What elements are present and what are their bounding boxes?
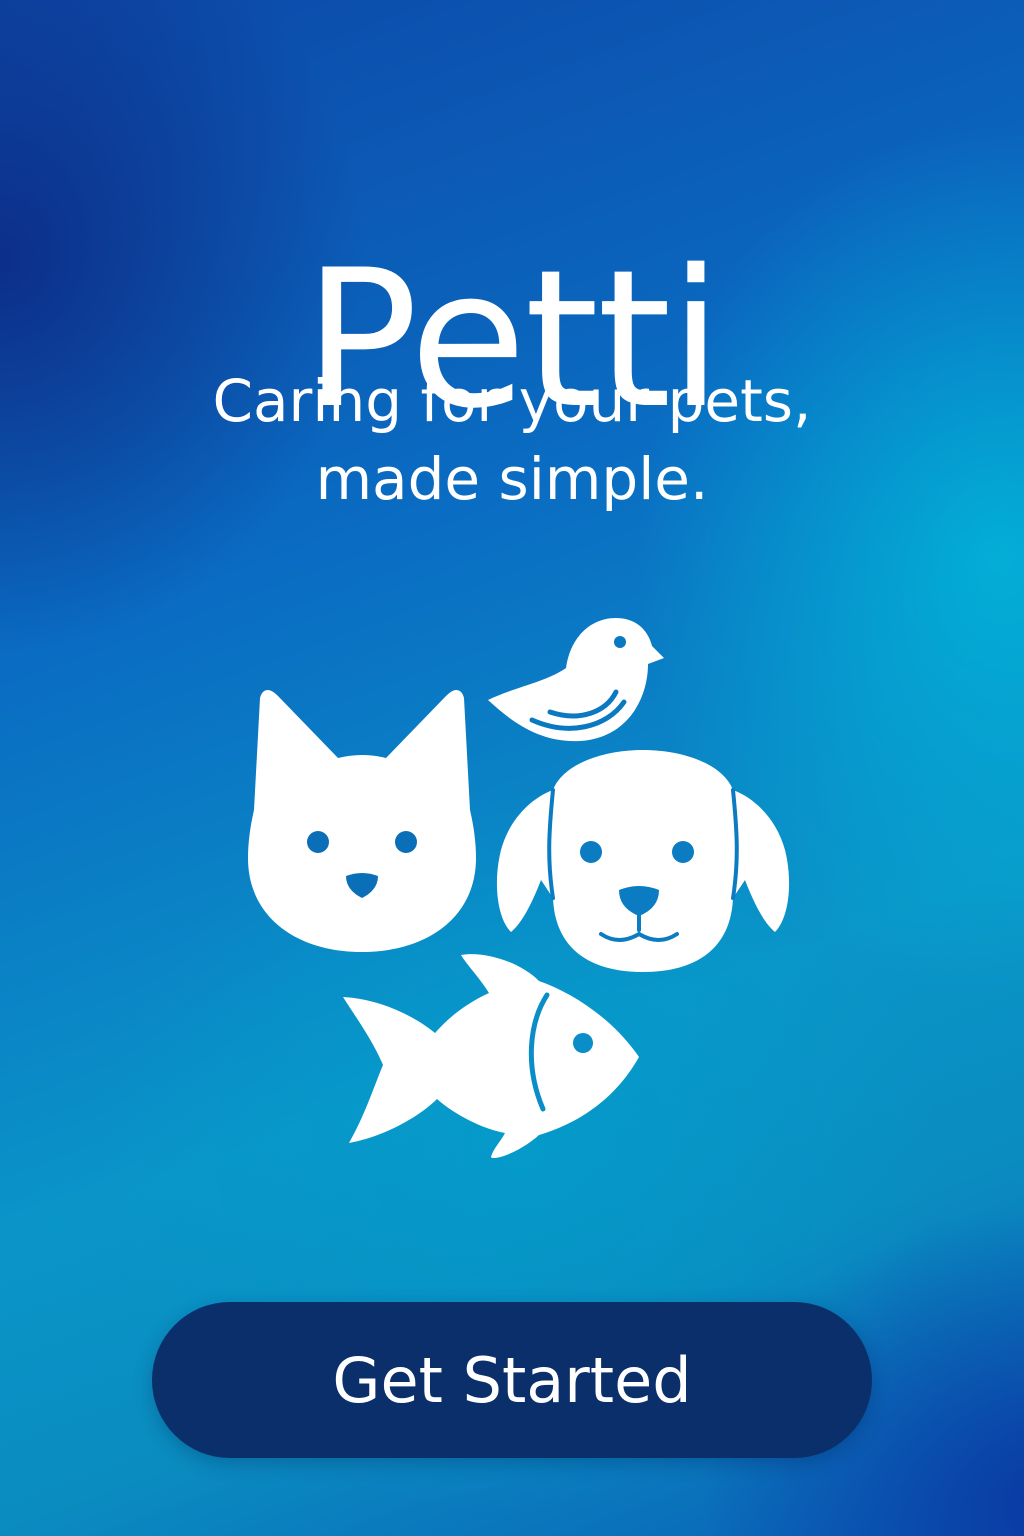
get-started-button[interactable]: Get Started: [152, 1302, 872, 1458]
dog-icon: [496, 750, 790, 972]
cat-icon: [248, 690, 476, 952]
tagline-line-2: made simple.: [315, 445, 709, 513]
bird-icon: [488, 618, 664, 742]
tagline: Caring for your pets, made simple.: [0, 362, 1024, 518]
tagline-line-1: Caring for your pets,: [212, 367, 812, 435]
fish-icon: [343, 954, 639, 1159]
pets-illustration: [240, 600, 800, 1170]
welcome-screen: Petti Caring for your pets, made simple.: [0, 0, 1024, 1536]
